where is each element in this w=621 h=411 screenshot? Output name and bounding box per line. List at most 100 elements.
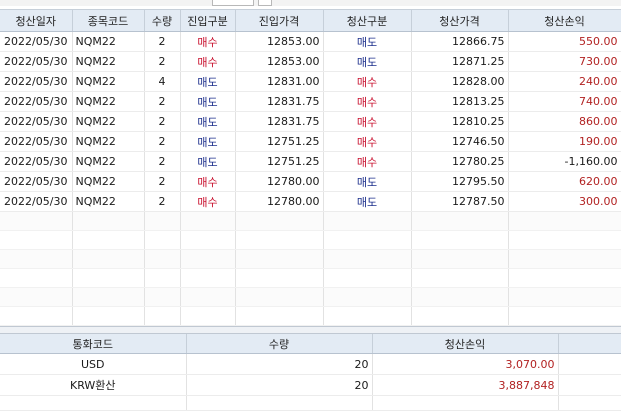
table-row[interactable]: 2022/05/30 NQM22 2 매도 12751.25 매수 12780.…: [0, 151, 621, 172]
empty-row: [0, 395, 621, 411]
cell-date: 2022/05/30: [0, 171, 73, 192]
cell-exit-price: 12871.25: [411, 51, 509, 72]
cell-qty: 2: [144, 51, 181, 72]
cell-qty: 2: [144, 91, 181, 112]
col-header-entry-price[interactable]: 진입가격: [235, 9, 324, 32]
cell-entry-side: 매수: [180, 51, 236, 72]
cell-entry-price: 12853.00: [235, 31, 324, 52]
table-row[interactable]: 2022/05/30 NQM22 2 매수 12780.00 매도 12787.…: [0, 191, 621, 212]
table-row[interactable]: 2022/05/30 NQM22 4 매도 12831.00 매수 12828.…: [0, 71, 621, 92]
col-header-qty[interactable]: 수량: [144, 9, 181, 32]
cell-exit-price: 12813.25: [411, 91, 509, 112]
table-row[interactable]: KRW환산 20 3,887,848: [0, 374, 621, 396]
table-row[interactable]: 2022/05/30 NQM22 2 매수 12853.00 매도 12871.…: [0, 51, 621, 72]
col-header-empty: [558, 334, 621, 354]
cell-date: 2022/05/30: [0, 31, 73, 52]
table-row[interactable]: 2022/05/30 NQM22 2 매수 12853.00 매도 12866.…: [0, 31, 621, 52]
cell-exit-side: 매도: [323, 31, 412, 52]
cell-exit-price: 12746.50: [411, 131, 509, 152]
col-header-summary-qty[interactable]: 수량: [186, 334, 373, 354]
cell-summary-pnl: 3,887,848: [372, 374, 559, 396]
cell-currency: KRW환산: [0, 374, 187, 396]
cell-code: NQM22: [72, 71, 145, 92]
cell-pnl: 730.00: [508, 51, 621, 72]
col-header-entry-side[interactable]: 진입구분: [180, 9, 236, 32]
cell-entry-price: 12831.00: [235, 71, 324, 92]
empty-row: [0, 211, 621, 231]
cell-qty: 4: [144, 71, 181, 92]
col-header-item-code[interactable]: 종목코드: [72, 9, 145, 32]
col-header-currency[interactable]: 통화코드: [0, 334, 187, 354]
empty-row: [0, 249, 621, 269]
cell-pnl: 620.00: [508, 171, 621, 192]
cell-date: 2022/05/30: [0, 131, 73, 152]
summary-header-row: 통화코드 수량 청산손익: [0, 334, 621, 354]
cell-exit-price: 12866.75: [411, 31, 509, 52]
cell-exit-side: 매수: [323, 71, 412, 92]
cell-entry-price: 12780.00: [235, 171, 324, 192]
cell-date: 2022/05/30: [0, 91, 73, 112]
cell-date: 2022/05/30: [0, 51, 73, 72]
empty-row: [0, 230, 621, 250]
cell-pnl: 190.00: [508, 131, 621, 152]
col-header-exit-side[interactable]: 청산구분: [323, 9, 412, 32]
cell-summary-qty: 20: [186, 374, 373, 396]
cell-currency: USD: [0, 353, 187, 375]
cell-code: NQM22: [72, 171, 145, 192]
trades-header-row: 청산일자 종목코드 수량 진입구분 진입가격 청산구분 청산가격 청산손익: [0, 9, 621, 32]
empty-row: [0, 287, 621, 307]
cell-qty: 2: [144, 151, 181, 172]
cell-entry-side: 매도: [180, 151, 236, 172]
cell-pnl: 860.00: [508, 111, 621, 132]
col-header-summary-pnl[interactable]: 청산손익: [372, 334, 559, 354]
empty-row: [0, 268, 621, 288]
cell-qty: 2: [144, 191, 181, 212]
cell-code: NQM22: [72, 111, 145, 132]
table-row[interactable]: 2022/05/30 NQM22 2 매도 12751.25 매수 12746.…: [0, 131, 621, 152]
cell-entry-price: 12751.25: [235, 151, 324, 172]
top-toolbar-strip: [0, 0, 621, 6]
cell-code: NQM22: [72, 31, 145, 52]
cell-qty: 2: [144, 111, 181, 132]
cell-entry-price: 12831.75: [235, 111, 324, 132]
cell-code: NQM22: [72, 51, 145, 72]
cell-entry-side: 매도: [180, 71, 236, 92]
table-row[interactable]: 2022/05/30 NQM22 2 매도 12831.75 매수 12810.…: [0, 111, 621, 132]
cell-summary-pnl: 3,070.00: [372, 353, 559, 375]
cell-qty: 2: [144, 131, 181, 152]
panel-splitter[interactable]: [0, 326, 621, 334]
cell-exit-side: 매수: [323, 151, 412, 172]
cell-code: NQM22: [72, 131, 145, 152]
cell-entry-side: 매수: [180, 171, 236, 192]
cell-exit-price: 12795.50: [411, 171, 509, 192]
cell-exit-side: 매도: [323, 191, 412, 212]
col-header-pnl[interactable]: 청산손익: [508, 9, 621, 32]
cell-code: NQM22: [72, 91, 145, 112]
currency-summary-table: 통화코드 수량 청산손익 USD 20 3,070.00 KRW환산 20 3,…: [0, 334, 621, 411]
cell-summary-qty: 20: [186, 353, 373, 375]
toolbar-button[interactable]: [258, 0, 272, 6]
cell-entry-side: 매수: [180, 191, 236, 212]
cell-date: 2022/05/30: [0, 71, 73, 92]
cell-entry-price: 12853.00: [235, 51, 324, 72]
cell-entry-price: 12831.75: [235, 91, 324, 112]
cell-exit-price: 12780.25: [411, 151, 509, 172]
table-row[interactable]: 2022/05/30 NQM22 2 매도 12831.75 매수 12813.…: [0, 91, 621, 112]
cell-qty: 2: [144, 31, 181, 52]
cell-code: NQM22: [72, 191, 145, 212]
cell-date: 2022/05/30: [0, 191, 73, 212]
toolbar-field[interactable]: [212, 0, 254, 6]
table-row[interactable]: USD 20 3,070.00: [0, 353, 621, 375]
table-row[interactable]: 2022/05/30 NQM22 2 매수 12780.00 매도 12795.…: [0, 171, 621, 192]
cell-exit-side: 매수: [323, 91, 412, 112]
col-header-settle-date[interactable]: 청산일자: [0, 9, 73, 32]
cell-pnl: 740.00: [508, 91, 621, 112]
cell-exit-price: 12787.50: [411, 191, 509, 212]
col-header-exit-price[interactable]: 청산가격: [411, 9, 509, 32]
cell-pnl: 300.00: [508, 191, 621, 212]
cell-date: 2022/05/30: [0, 111, 73, 132]
settlement-trades-table: 청산일자 종목코드 수량 진입구분 진입가격 청산구분 청산가격 청산손익 20…: [0, 9, 621, 345]
cell-exit-side: 매수: [323, 131, 412, 152]
cell-entry-side: 매도: [180, 111, 236, 132]
cell-pnl: 550.00: [508, 31, 621, 52]
